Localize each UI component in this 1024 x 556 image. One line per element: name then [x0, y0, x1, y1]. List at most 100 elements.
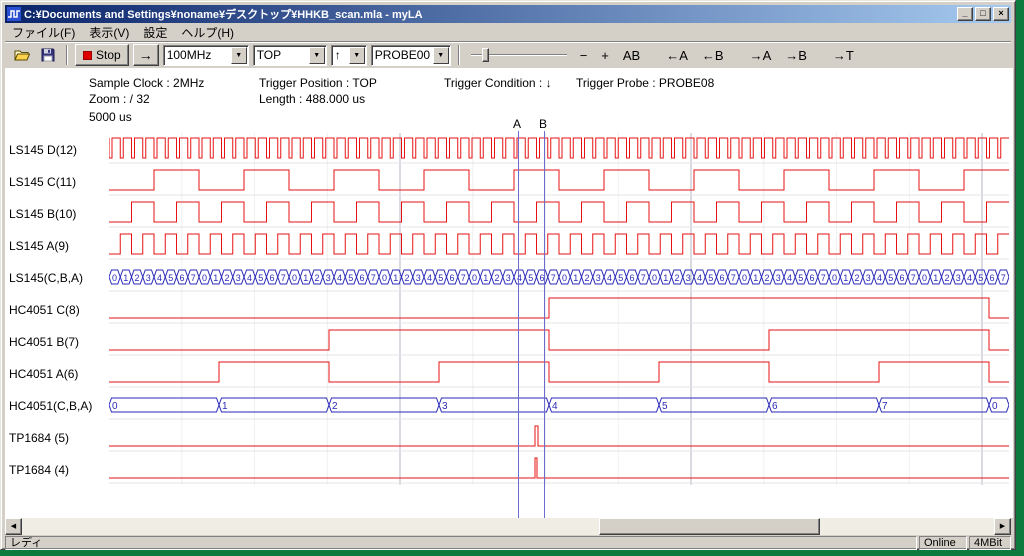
marker-b-line[interactable]	[544, 131, 545, 518]
horizontal-scrollbar[interactable]: ◀ ▶	[5, 518, 1011, 535]
chevron-down-icon[interactable]: ▼	[309, 47, 325, 64]
svg-text:2: 2	[332, 401, 338, 412]
svg-text:2: 2	[945, 273, 950, 283]
close-button[interactable]: ×	[993, 7, 1009, 21]
waveform-plot[interactable]: 0123456701234567012345670123456701234567…	[109, 133, 1009, 485]
svg-text:3: 3	[236, 273, 241, 283]
channel-label-0[interactable]: LS145 D(12)	[9, 143, 77, 157]
svg-text:2: 2	[765, 273, 770, 283]
svg-text:1: 1	[213, 273, 218, 283]
marker-a-line[interactable]	[518, 131, 519, 518]
channel-label-7[interactable]: HC4051 A(6)	[9, 367, 78, 381]
svg-text:2: 2	[675, 273, 680, 283]
app-icon	[7, 7, 21, 21]
svg-text:6: 6	[990, 273, 995, 283]
svg-text:1: 1	[123, 273, 128, 283]
zoom-slider-thumb[interactable]	[482, 48, 489, 62]
svg-text:4: 4	[427, 273, 432, 283]
svg-text:5: 5	[978, 273, 983, 283]
trigger-probe-select-value: PROBE00	[372, 48, 432, 62]
save-button[interactable]	[37, 44, 59, 66]
goto-b-forward-button[interactable]: →B	[780, 46, 812, 65]
zoom-label: Zoom : / 32	[89, 92, 150, 106]
svg-text:6: 6	[720, 273, 725, 283]
svg-text:4: 4	[787, 273, 792, 283]
svg-text:4: 4	[552, 401, 558, 412]
channel-label-2[interactable]: LS145 B(10)	[9, 207, 76, 221]
maximize-button[interactable]: □	[975, 7, 991, 21]
channel-label-1[interactable]: LS145 C(11)	[9, 175, 76, 189]
svg-text:7: 7	[371, 273, 376, 283]
svg-text:5: 5	[528, 273, 533, 283]
svg-text:5: 5	[168, 273, 173, 283]
run-button[interactable]: →	[133, 44, 159, 66]
channel-label-8[interactable]: HC4051(C,B,A)	[9, 399, 92, 413]
svg-text:1: 1	[573, 273, 578, 283]
svg-text:3: 3	[146, 273, 151, 283]
menu-bar: ファイル(F) 表示(V) 設定 ヘルプ(H)	[5, 23, 1011, 41]
svg-text:3: 3	[442, 401, 448, 412]
chevron-down-icon[interactable]: ▼	[231, 47, 247, 64]
minimize-button[interactable]: _	[957, 7, 973, 21]
desktop: C:¥Documents and Settings¥noname¥デスクトップ¥…	[0, 0, 1024, 556]
sample-clock-label: Sample Clock : 2MHz	[89, 76, 204, 90]
stop-button-label: Stop	[96, 48, 121, 62]
svg-text:0: 0	[382, 273, 387, 283]
trigger-position-select-value: TOP	[254, 48, 308, 62]
trigger-edge-select[interactable]: ↑ ▼	[331, 45, 367, 66]
menu-help[interactable]: ヘルプ(H)	[174, 23, 241, 42]
svg-text:6: 6	[900, 273, 905, 283]
menu-settings[interactable]: 設定	[136, 23, 174, 42]
stop-button[interactable]: Stop	[75, 44, 129, 66]
channel-label-10[interactable]: TP1684 (4)	[9, 463, 69, 477]
channel-label-5[interactable]: HC4051 C(8)	[9, 303, 80, 317]
svg-text:0: 0	[292, 273, 297, 283]
svg-text:6: 6	[630, 273, 635, 283]
svg-text:4: 4	[607, 273, 612, 283]
svg-text:3: 3	[596, 273, 601, 283]
channel-label-6[interactable]: HC4051 B(7)	[9, 335, 79, 349]
svg-text:2: 2	[225, 273, 230, 283]
svg-text:6: 6	[180, 273, 185, 283]
ab-button[interactable]: AB	[618, 46, 645, 65]
open-button[interactable]	[11, 44, 33, 66]
svg-text:7: 7	[882, 401, 888, 412]
sample-clock-select[interactable]: 100MHz ▼	[163, 45, 249, 66]
stop-icon	[83, 51, 92, 60]
svg-text:6: 6	[772, 401, 778, 412]
title-bar[interactable]: C:¥Documents and Settings¥noname¥デスクトップ¥…	[5, 5, 1011, 23]
window-title: C:¥Documents and Settings¥noname¥デスクトップ¥…	[21, 6, 955, 22]
goto-a-forward-button[interactable]: →A	[745, 46, 777, 65]
goto-a-back-button[interactable]: ←A	[661, 46, 693, 65]
svg-text:2: 2	[315, 273, 320, 283]
trigger-edge-select-value: ↑	[332, 48, 348, 62]
sample-clock-select-value: 100MHz	[164, 48, 230, 62]
zoom-in-button[interactable]: +	[596, 46, 614, 65]
trigger-probe-select[interactable]: PROBE00 ▼	[371, 45, 451, 66]
channel-label-9[interactable]: TP1684 (5)	[9, 431, 69, 445]
menu-file[interactable]: ファイル(F)	[5, 23, 82, 42]
zoom-out-button[interactable]: −	[575, 46, 593, 65]
scroll-thumb[interactable]	[599, 518, 820, 535]
svg-text:1: 1	[663, 273, 668, 283]
svg-text:1: 1	[222, 401, 228, 412]
channel-label-4[interactable]: LS145(C,B,A)	[9, 271, 83, 285]
folder-open-icon	[14, 47, 30, 63]
chevron-down-icon[interactable]: ▼	[433, 47, 449, 64]
time-scale-label: 5000 us	[89, 110, 132, 124]
svg-text:2: 2	[585, 273, 590, 283]
svg-text:2: 2	[495, 273, 500, 283]
trigger-position-select[interactable]: TOP ▼	[253, 45, 327, 66]
channel-label-3[interactable]: LS145 A(9)	[9, 239, 69, 253]
goto-b-back-button[interactable]: ←B	[697, 46, 729, 65]
chevron-down-icon[interactable]: ▼	[349, 47, 365, 64]
zoom-slider[interactable]	[471, 45, 567, 65]
svg-text:5: 5	[618, 273, 623, 283]
status-bar: レディ Online 4MBit	[5, 536, 1011, 550]
scroll-left-button[interactable]: ◀	[5, 518, 22, 535]
svg-text:3: 3	[776, 273, 781, 283]
menu-view[interactable]: 表示(V)	[82, 23, 136, 42]
goto-trigger-button[interactable]: →T	[828, 46, 859, 65]
scroll-right-button[interactable]: ▶	[994, 518, 1011, 535]
svg-text:1: 1	[843, 273, 848, 283]
